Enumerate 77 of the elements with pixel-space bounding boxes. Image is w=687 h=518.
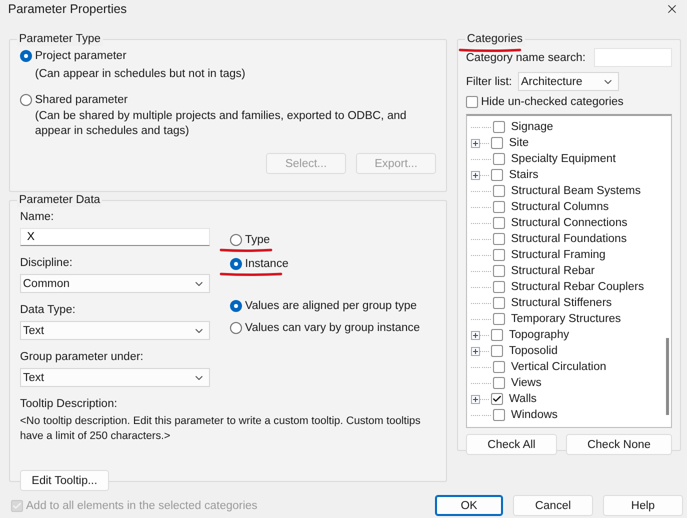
edit-tooltip-button[interactable]: Edit Tooltip... (20, 470, 109, 491)
expand-icon[interactable] (471, 346, 480, 356)
field-label: Filter list: (466, 74, 512, 88)
search-field[interactable] (594, 48, 672, 67)
category-label[interactable]: Structural Stiffeners (511, 297, 612, 309)
category-label[interactable]: Walls (509, 393, 537, 405)
option-description: (Can appear in schedules but not in tags) (35, 67, 246, 82)
category-label[interactable]: Views (511, 377, 542, 389)
field-label: Group parameter under: (20, 350, 144, 364)
radio-option[interactable]: Type (230, 234, 270, 246)
category-label[interactable]: Structural Connections (511, 217, 628, 229)
category-checkbox[interactable] (493, 297, 505, 309)
tooltip-description: <No tooltip description. Edit this parameter to write a custom tooltip. Custom tooltips have a limit of 250 characters.> (20, 414, 422, 444)
category-checkbox[interactable] (493, 249, 505, 261)
category-label[interactable]: Windows (511, 409, 558, 421)
category-checkbox[interactable] (493, 153, 505, 165)
hide-unchecked-checkbox[interactable]: Hide un-checked categories (466, 96, 672, 108)
check-all-button[interactable]: Check All (466, 434, 557, 455)
category-checkbox[interactable] (493, 233, 505, 245)
category-label[interactable]: Structural Foundations (511, 233, 627, 245)
category-label[interactable]: Structural Columns (511, 201, 609, 213)
category-checkbox[interactable] (491, 329, 503, 341)
category-checkbox[interactable] (493, 201, 505, 213)
discipline-dropdown[interactable]: Common (20, 274, 210, 293)
category-checkbox[interactable] (493, 121, 505, 133)
category-label[interactable]: Structural Framing (511, 249, 606, 261)
scrollbar-thumb[interactable] (666, 338, 669, 415)
group-title: Parameter Type (17, 33, 103, 46)
category-checkbox[interactable] (491, 137, 503, 149)
name-field[interactable]: X (20, 228, 210, 246)
radio-option[interactable]: Shared parameter (20, 94, 128, 106)
field-label: Data Type: (20, 303, 76, 317)
category-label[interactable]: Signage (511, 121, 554, 133)
check-none-button[interactable]: Check None (566, 434, 672, 455)
category-label[interactable]: Site (509, 137, 529, 149)
option-description: (Can be shared by multiple projects and families, exported to ODBC, and appear in schedules and tags) (35, 109, 408, 139)
radio-option[interactable]: Project parameter (20, 50, 126, 62)
checkmark-icon (12, 500, 22, 510)
expand-icon[interactable] (471, 394, 480, 404)
category-label[interactable]: Temporary Structures (511, 313, 621, 325)
radio-option[interactable]: Instance (230, 258, 288, 270)
radio-option[interactable]: Values can vary by group instance (230, 322, 420, 334)
window-title: Parameter Properties (8, 2, 127, 16)
category-checkbox[interactable] (493, 265, 505, 277)
data-type-dropdown[interactable]: Text (20, 321, 210, 340)
category-checkbox[interactable] (493, 361, 505, 373)
category-checkbox[interactable] (493, 281, 505, 293)
expand-icon[interactable] (471, 330, 480, 340)
category-label[interactable]: Vertical Circulation (511, 361, 606, 373)
field-label: Discipline: (20, 256, 74, 270)
category-label[interactable]: Structural Beam Systems (511, 185, 641, 197)
expand-icon[interactable] (471, 138, 480, 148)
category-checkbox[interactable] (493, 409, 505, 421)
category-checkbox[interactable] (493, 217, 505, 229)
category-checkbox[interactable] (493, 377, 505, 389)
group-dropdown[interactable]: Text (20, 368, 210, 387)
category-label[interactable]: Stairs (509, 169, 538, 181)
category-label[interactable]: Structural Rebar (511, 265, 595, 277)
dialog-button[interactable]: Help (603, 495, 683, 516)
field-label: Category name search: (466, 50, 586, 64)
radio-option[interactable]: Values are aligned per group type (230, 300, 417, 312)
category-label[interactable]: Specialty Equipment (511, 153, 616, 165)
dialog-button[interactable]: Cancel (513, 495, 593, 516)
category-checkbox[interactable] (493, 185, 505, 197)
filter-dropdown[interactable]: Architecture (518, 72, 619, 91)
field-label: Tooltip Description: (20, 397, 118, 411)
expand-icon[interactable] (471, 170, 480, 180)
close-icon[interactable] (665, 2, 679, 16)
category-label[interactable]: Toposolid (509, 345, 558, 357)
category-label[interactable]: Topography (509, 329, 570, 341)
category-checkbox[interactable] (491, 169, 503, 181)
category-checkbox[interactable] (491, 393, 503, 405)
category-checkbox[interactable] (491, 345, 503, 357)
dialog-button[interactable]: OK (435, 495, 503, 516)
category-label[interactable]: Structural Rebar Couplers (511, 281, 644, 293)
category-checkbox[interactable] (493, 313, 505, 325)
field-label: Name: (20, 210, 55, 224)
